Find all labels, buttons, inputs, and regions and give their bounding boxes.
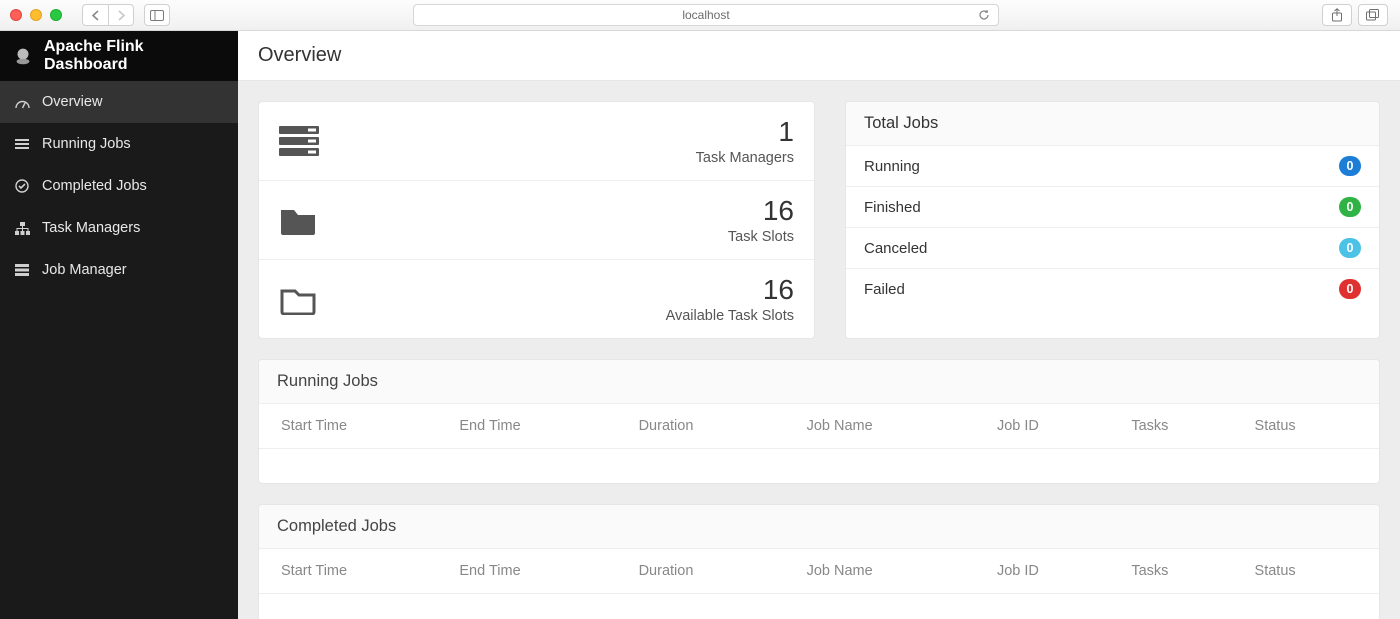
brand-label: Apache Flink Dashboard [44,38,226,74]
sidebar-toggle-button[interactable] [144,4,170,26]
column-header: Duration [629,404,797,449]
minimize-window-button[interactable] [30,9,42,21]
panel-title: Completed Jobs [259,505,1379,549]
server-icon [279,124,319,158]
share-button[interactable] [1322,4,1352,26]
empty-row [259,593,1379,619]
running-jobs-table: Running JobsStart TimeEnd TimeDurationJo… [258,359,1380,484]
column-header: Job Name [797,549,987,594]
job-status-label: Finished [864,199,921,216]
stat-value: 16 [728,195,794,227]
close-window-button[interactable] [10,9,22,21]
cluster-stats-panel: 1 Task Managers 16 Task Slots [258,101,815,339]
forward-button[interactable] [108,4,134,26]
column-header: End Time [449,549,628,594]
sitemap-icon [14,222,30,235]
sidebar: Apache Flink Dashboard Overview Running … [0,31,238,619]
stat-label: Task Managers [696,150,794,166]
job-status-label: Canceled [864,240,927,257]
job-status-row: Finished 0 [846,187,1379,228]
sidebar-item-label: Running Jobs [42,136,131,152]
column-header: Start Time [259,404,449,449]
main-content: Overview 1 Task Managers [238,31,1400,619]
job-status-label: Running [864,158,920,175]
sidebar-item-label: Job Manager [42,262,127,278]
browser-toolbar: localhost [0,0,1400,31]
folder-open-icon [279,283,317,315]
sidebar-item-job-manager[interactable]: Job Manager [0,249,238,291]
column-header: Tasks [1121,549,1244,594]
server-icon [14,264,30,276]
sidebar-item-label: Completed Jobs [42,178,147,194]
empty-row [259,449,1379,483]
dashboard-icon [14,96,30,109]
job-count-badge: 0 [1339,156,1361,176]
column-header: Start Time [259,549,449,594]
column-header: Tasks [1121,404,1244,449]
column-header: Job ID [987,549,1121,594]
tabs-button[interactable] [1358,4,1388,26]
url-text: localhost [682,8,729,22]
stat-task-managers: 1 Task Managers [259,102,814,181]
sidebar-item-completed-jobs[interactable]: Completed Jobs [0,165,238,207]
job-count-badge: 0 [1339,238,1361,258]
fullscreen-window-button[interactable] [50,9,62,21]
page-title: Overview [238,31,1400,81]
sidebar-item-label: Task Managers [42,220,140,236]
flink-logo-icon [12,45,34,67]
sidebar-item-label: Overview [42,94,102,110]
completed-jobs-table: Completed JobsStart TimeEnd TimeDuration… [258,504,1380,619]
list-icon [14,138,30,150]
stat-value: 16 [666,274,794,306]
column-header: Status [1245,549,1379,594]
total-jobs-panel: Total Jobs Running0Finished0Canceled0Fai… [845,101,1380,339]
job-status-row: Failed 0 [846,269,1379,309]
check-circle-icon [14,179,30,193]
back-button[interactable] [82,4,108,26]
job-count-badge: 0 [1339,279,1361,299]
address-bar[interactable]: localhost [413,4,999,26]
sidebar-item-running-jobs[interactable]: Running Jobs [0,123,238,165]
reload-icon[interactable] [978,9,990,21]
stat-value: 1 [696,116,794,148]
window-controls [10,9,62,21]
job-count-badge: 0 [1339,197,1361,217]
nav-back-forward [82,4,134,26]
stat-label: Task Slots [728,229,794,245]
folder-icon [279,204,317,236]
column-header: Duration [629,549,797,594]
column-header: Job ID [987,404,1121,449]
job-status-row: Running 0 [846,146,1379,187]
brand: Apache Flink Dashboard [0,31,238,81]
column-header: Status [1245,404,1379,449]
column-header: Job Name [797,404,987,449]
panel-title: Total Jobs [846,102,1379,146]
sidebar-item-task-managers[interactable]: Task Managers [0,207,238,249]
stat-available-slots: 16 Available Task Slots [259,260,814,338]
sidebar-item-overview[interactable]: Overview [0,81,238,123]
job-status-row: Canceled 0 [846,228,1379,269]
stat-label: Available Task Slots [666,308,794,324]
stat-task-slots: 16 Task Slots [259,181,814,260]
column-header: End Time [449,404,628,449]
job-status-label: Failed [864,281,905,298]
panel-title: Running Jobs [259,360,1379,404]
